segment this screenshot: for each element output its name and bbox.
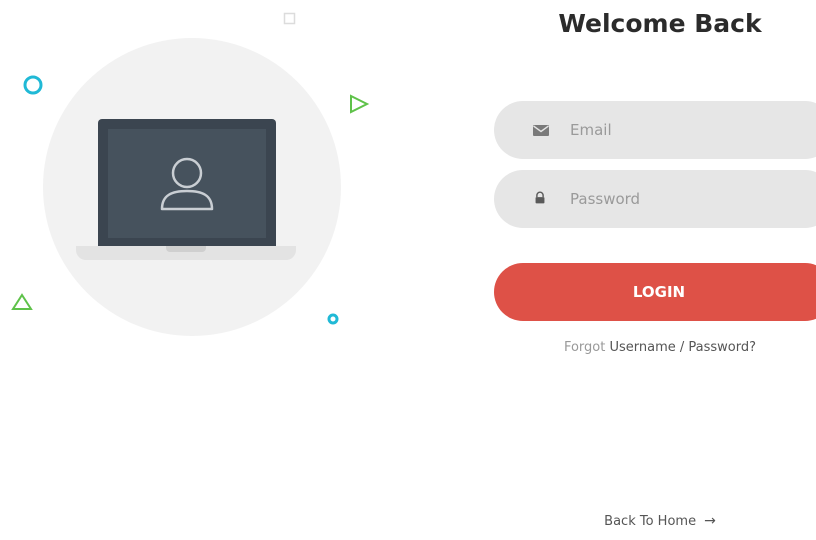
password-input[interactable] bbox=[570, 170, 810, 228]
lock-icon bbox=[535, 191, 545, 204]
laptop-notch bbox=[166, 246, 206, 252]
back-to-home-label: Back To Home bbox=[604, 514, 697, 529]
triangle-right-outline-icon bbox=[350, 94, 370, 114]
circle-outline-icon bbox=[23, 75, 43, 95]
password-field-container[interactable] bbox=[494, 170, 816, 228]
arrow-right-icon: → bbox=[704, 513, 716, 529]
login-button[interactable]: LOGIN bbox=[494, 263, 816, 321]
forgot-prefix: Forgot bbox=[563, 340, 606, 355]
email-field-container[interactable] bbox=[494, 101, 816, 159]
login-illustration bbox=[0, 0, 420, 360]
laptop-base bbox=[76, 246, 296, 260]
login-button-label: LOGIN bbox=[632, 283, 686, 301]
user-icon bbox=[160, 157, 214, 211]
back-to-home-link[interactable]: Back To Home → bbox=[560, 511, 760, 532]
triangle-up-outline-icon bbox=[11, 293, 33, 310]
forgot-credentials-link[interactable]: Username / Password? bbox=[609, 340, 756, 355]
laptop-display bbox=[108, 129, 266, 238]
envelope-icon bbox=[533, 125, 549, 136]
square-outline-icon bbox=[283, 12, 296, 25]
laptop-screen bbox=[98, 119, 276, 248]
email-input[interactable] bbox=[570, 101, 810, 159]
login-page: Welcome Back LOGIN Forgot Username / Pas… bbox=[0, 0, 816, 540]
forgot-credentials: Forgot Username / Password? bbox=[500, 338, 816, 358]
page-title: Welcome Back bbox=[558, 9, 762, 38]
small-circle-outline-icon bbox=[327, 313, 339, 325]
